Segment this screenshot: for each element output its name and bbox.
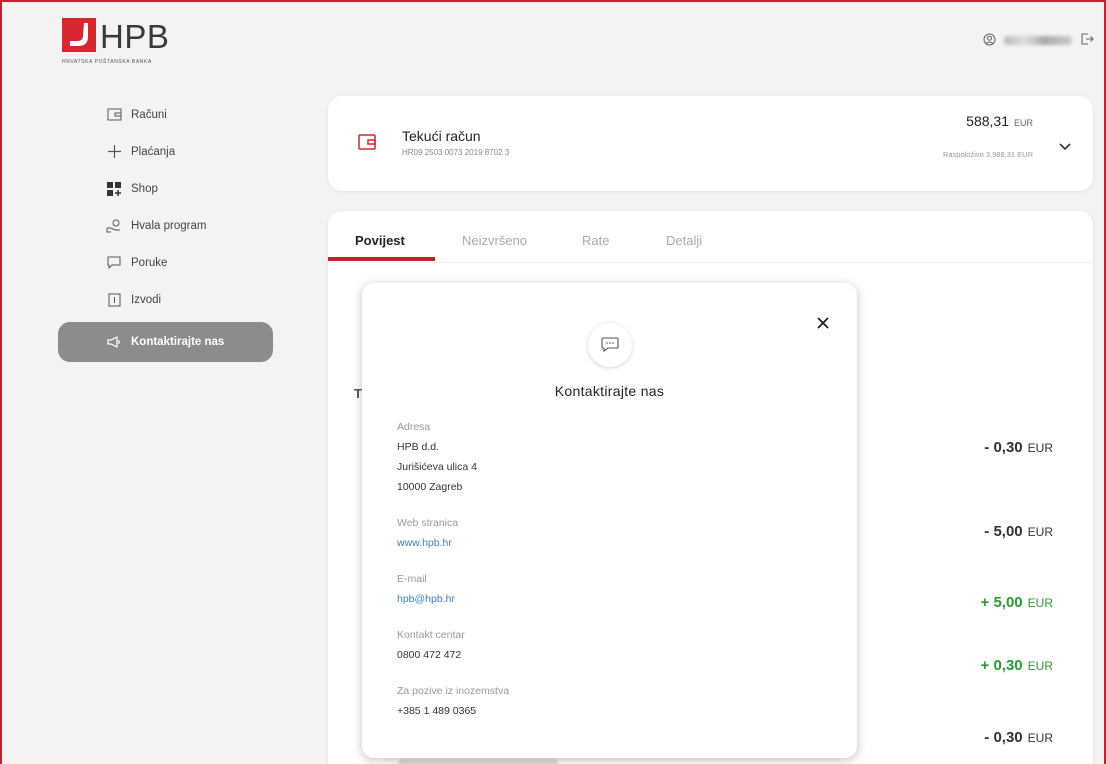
contact-center-label: Kontakt centar bbox=[397, 629, 465, 641]
account-name: Tekući račun bbox=[402, 128, 481, 144]
logo-subtitle: HRVATSKA POŠTANSKA BANKA bbox=[62, 59, 152, 65]
megaphone-icon bbox=[103, 336, 125, 348]
sidebar-item-label: Kontaktirajte nas bbox=[131, 336, 225, 348]
tab-neizvrseno[interactable]: Neizvršeno bbox=[462, 233, 527, 248]
user-name-blurred[interactable] bbox=[1004, 36, 1072, 45]
transaction-amount[interactable]: + 0,30 EUR bbox=[981, 657, 1053, 674]
tab-povijest[interactable]: Povijest bbox=[355, 233, 405, 248]
plus-icon bbox=[103, 145, 125, 158]
web-label: Web stranica bbox=[397, 517, 459, 529]
address-label: Adresa bbox=[397, 421, 431, 433]
sidebar-item-poruke[interactable]: Poruke bbox=[58, 244, 273, 281]
email-field: E-mail hpb@hpb.hr bbox=[397, 573, 509, 609]
wallet-icon bbox=[103, 108, 125, 121]
web-link[interactable]: www.hpb.hr bbox=[397, 533, 509, 553]
sidebar-item-label: Računi bbox=[131, 108, 167, 121]
sidebar-item-racuni[interactable]: Računi bbox=[58, 96, 273, 133]
sidebar-item-shop[interactable]: Shop bbox=[58, 170, 273, 207]
sidebar-item-izvodi[interactable]: Izvodi bbox=[58, 281, 273, 318]
sidebar-item-label: Poruke bbox=[131, 256, 168, 269]
chat-icon bbox=[588, 323, 632, 367]
blurred-transaction-text bbox=[398, 759, 558, 764]
logout-icon[interactable] bbox=[1080, 32, 1094, 49]
contact-center-phone: 0800 472 472 bbox=[397, 649, 462, 661]
tab-bar: Povijest Neizvršeno Rate Detalji bbox=[328, 211, 1093, 263]
sidebar-item-label: Hvala program bbox=[131, 219, 207, 232]
modal-title: Kontaktirajte nas bbox=[554, 383, 665, 399]
sidebar-item-label: Izvodi bbox=[131, 293, 162, 306]
sidebar-nav: Računi Plaćanja Shop Hvala program Poruk… bbox=[58, 96, 273, 362]
contact-details: Adresa HPB d.d. Jurišićeva ulica 4 10000… bbox=[397, 421, 509, 741]
sidebar-item-hvala-program[interactable]: Hvala program bbox=[58, 207, 273, 244]
user-area bbox=[983, 32, 1094, 49]
email-link[interactable]: hpb@hpb.hr bbox=[397, 589, 509, 609]
background-heading-fragment: T bbox=[354, 386, 362, 401]
sidebar-item-label: Shop bbox=[131, 182, 158, 195]
loyalty-icon bbox=[103, 219, 125, 233]
chevron-down-icon[interactable] bbox=[1059, 138, 1071, 156]
address-line: Jurišićeva ulica 4 bbox=[397, 461, 477, 473]
balance-value: 588,31 bbox=[966, 113, 1009, 129]
document-icon bbox=[103, 293, 125, 307]
transaction-amount[interactable]: - 0,30 EUR bbox=[984, 729, 1053, 746]
contact-center-field: Kontakt centar 0800 472 472 bbox=[397, 629, 509, 665]
sidebar-item-kontaktirajte-nas[interactable]: Kontaktirajte nas bbox=[58, 322, 273, 362]
transaction-amount[interactable]: - 0,30 EUR bbox=[984, 439, 1053, 456]
user-circle-icon[interactable] bbox=[983, 33, 996, 49]
account-card[interactable]: Tekući račun HR09 2503 0073 2019 8702 3 … bbox=[328, 96, 1093, 191]
message-icon bbox=[103, 256, 125, 269]
web-field: Web stranica www.hpb.hr bbox=[397, 517, 509, 553]
logo-text: HPB bbox=[100, 18, 170, 55]
transaction-amount[interactable]: + 5,00 EUR bbox=[981, 594, 1053, 611]
wallet-icon bbox=[358, 134, 376, 155]
tab-detalji[interactable]: Detalji bbox=[666, 233, 702, 248]
active-tab-indicator bbox=[328, 257, 435, 261]
grid-icon bbox=[103, 181, 125, 196]
address-line: 10000 Zagreb bbox=[397, 481, 463, 493]
email-label: E-mail bbox=[397, 573, 427, 585]
transaction-amount[interactable]: - 5,00 EUR bbox=[984, 523, 1053, 540]
abroad-label: Za pozive iz inozemstva bbox=[397, 685, 510, 697]
account-iban: HR09 2503 0073 2019 8702 3 bbox=[402, 148, 510, 157]
balance-currency: EUR bbox=[1013, 118, 1033, 128]
sidebar-item-placanja[interactable]: Plaćanja bbox=[58, 133, 273, 170]
abroad-phone: +385 1 489 0365 bbox=[397, 705, 477, 717]
address-line: HPB d.d. bbox=[397, 441, 440, 453]
abroad-field: Za pozive iz inozemstva +385 1 489 0365 bbox=[397, 685, 509, 721]
close-icon[interactable] bbox=[817, 316, 829, 334]
account-balance: 588,31 EUR bbox=[966, 113, 1033, 129]
address-field: Adresa HPB d.d. Jurišićeva ulica 4 10000… bbox=[397, 421, 509, 497]
contact-modal: Kontaktirajte nas Adresa HPB d.d. Juriši… bbox=[362, 283, 857, 758]
available-balance: Raspoloživo 3.988,31 EUR bbox=[942, 150, 1033, 159]
logo-mark-icon bbox=[62, 18, 96, 52]
tab-rate[interactable]: Rate bbox=[582, 233, 609, 248]
sidebar-item-label: Plaćanja bbox=[131, 145, 176, 158]
